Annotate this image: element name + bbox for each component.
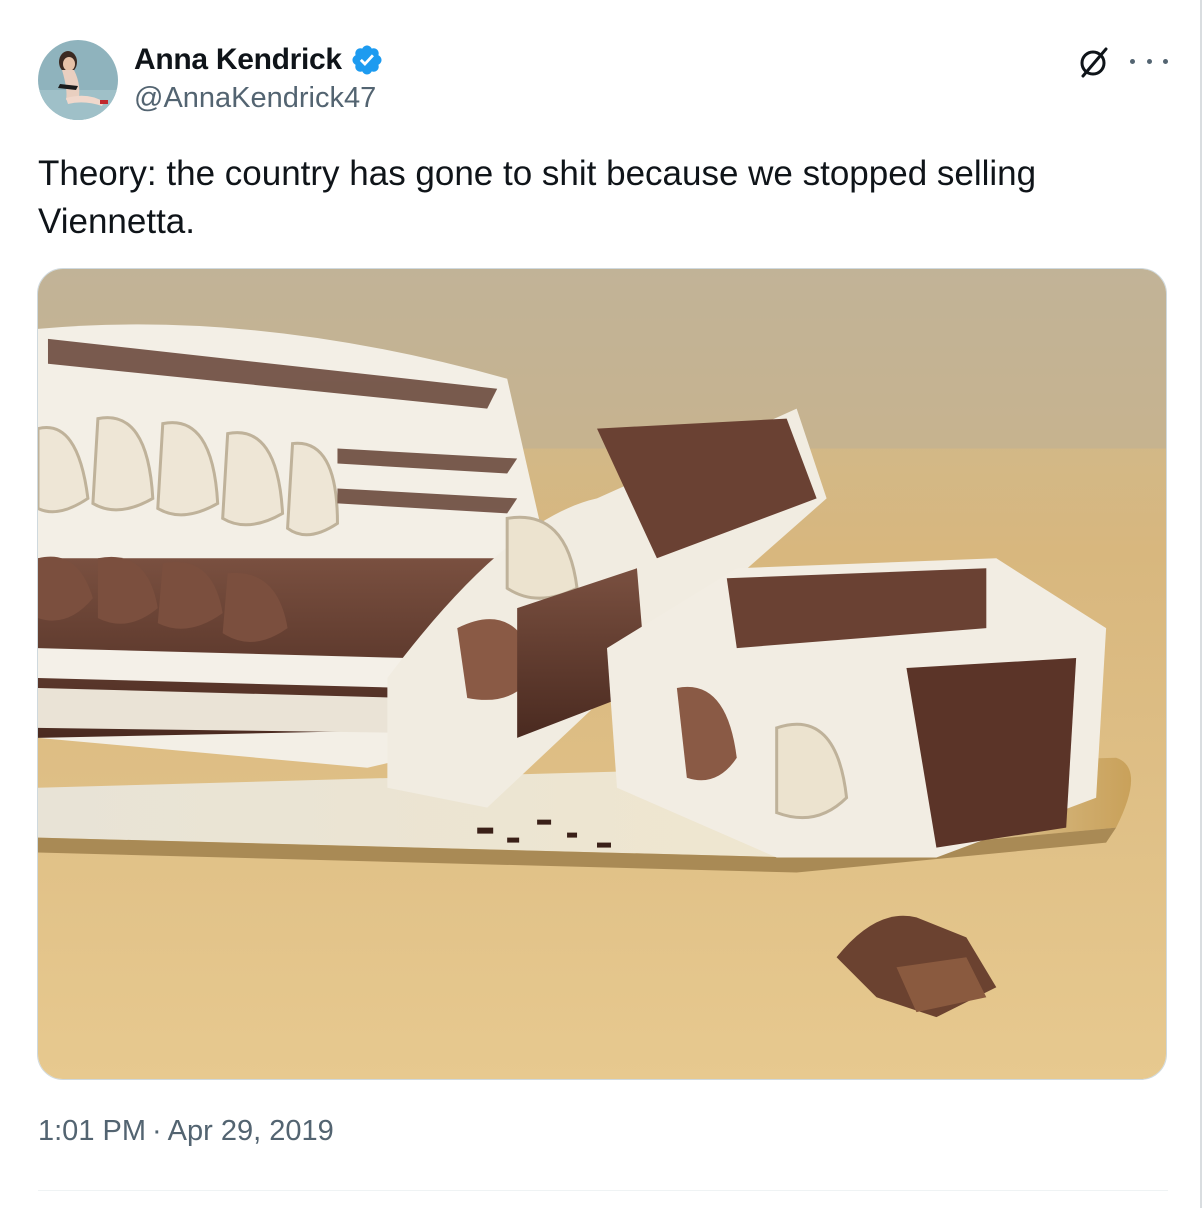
tweet-media-image[interactable] (37, 268, 1167, 1080)
tweet-date[interactable]: Apr 29, 2019 (168, 1115, 334, 1147)
tweet-text: Theory: the country has gone to shit bec… (38, 154, 1037, 241)
window-edge (1200, 0, 1202, 1208)
author-name-row: Anna Kendrick (134, 40, 384, 80)
dot (1130, 58, 1135, 64)
divider (38, 1190, 1168, 1191)
grok-slash-icon[interactable] (1076, 44, 1112, 80)
more-dots-icon[interactable] (1130, 46, 1168, 76)
tweet-time[interactable]: 1:01 PM (38, 1115, 146, 1147)
dot (1146, 58, 1152, 64)
avatar[interactable] (38, 40, 118, 120)
tweet-timestamp[interactable]: 1:01 PM · Apr 29, 2019 (38, 1115, 334, 1148)
timestamp-separator: · (152, 1115, 162, 1147)
viennetta-photo (38, 269, 1166, 1079)
verified-badge-icon[interactable] (350, 43, 384, 77)
dot (1163, 58, 1168, 64)
author-display-name[interactable]: Anna Kendrick (134, 43, 342, 77)
author-handle[interactable]: @AnnaKendrick47 (134, 82, 376, 115)
